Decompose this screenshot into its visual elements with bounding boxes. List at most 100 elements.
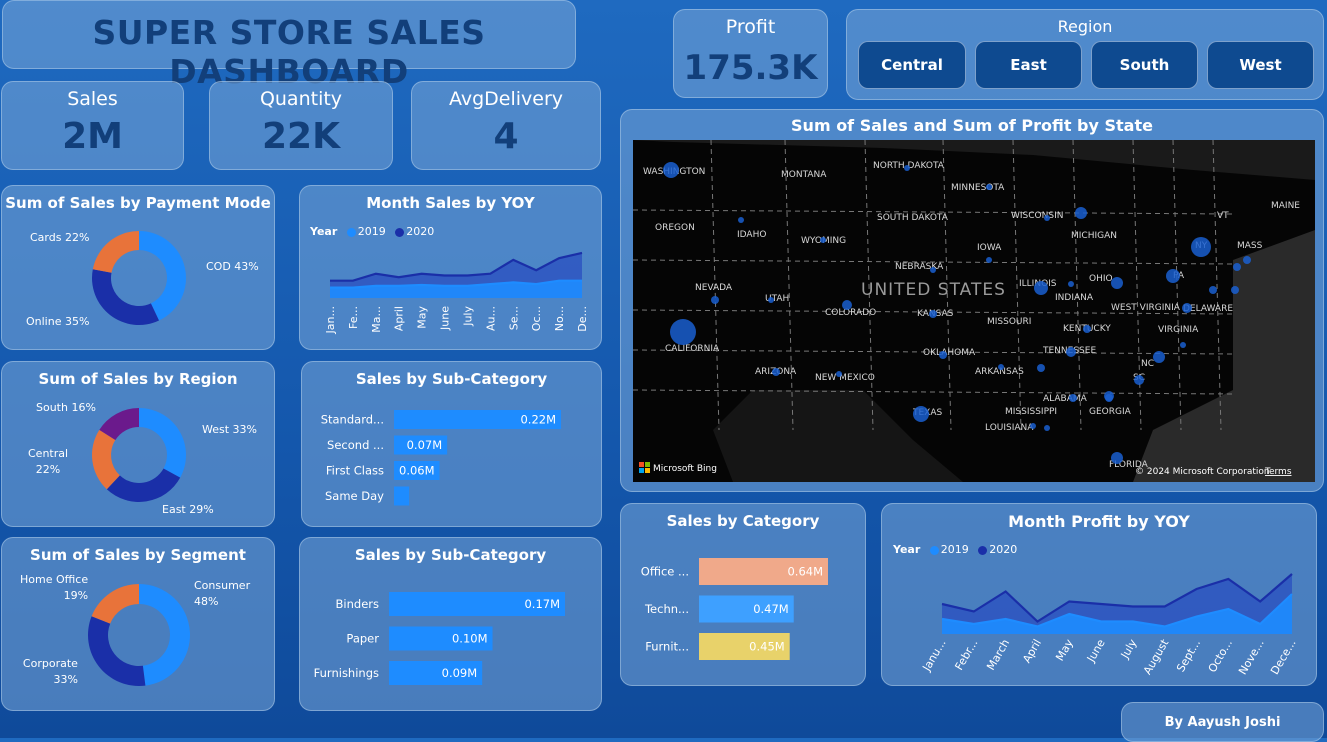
state-bubble[interactable] xyxy=(1134,375,1144,385)
state-label: MICHIGAN xyxy=(1071,231,1117,241)
state-label: NEVADA xyxy=(695,283,733,293)
title-card: SUPER STORE SALES DASHBOARD xyxy=(2,0,576,91)
bar[interactable] xyxy=(394,486,410,506)
category-bars: Office ... 0.64M Techn... 0.47M Furnit... 0.4… xyxy=(641,558,828,660)
bar-label: Same Day xyxy=(325,489,384,503)
x-tick-label: Sept... xyxy=(1174,637,1203,674)
state-bubble[interactable] xyxy=(1166,269,1180,283)
x-tick-label: Au... xyxy=(484,306,497,331)
state-bubble[interactable] xyxy=(986,257,992,263)
map-title: Sum of Sales and Sum of Profit by State xyxy=(791,116,1153,135)
avgdelivery-value: 4 xyxy=(493,116,519,157)
x-tick-label: Ma... xyxy=(370,306,383,333)
subcat-ship-chart: Sales by Sub-Category Standard... 0.22M Se… xyxy=(301,361,602,527)
state-bubble[interactable] xyxy=(986,184,992,190)
donut-slice-corporate[interactable] xyxy=(87,616,146,686)
bar-value: 0.47M xyxy=(753,602,789,616)
state-bubble[interactable] xyxy=(768,297,774,303)
state-bubble[interactable] xyxy=(1191,237,1211,257)
bar-label: Paper xyxy=(346,632,379,646)
x-tick-label: June xyxy=(439,306,452,331)
quantity-value: 22K xyxy=(262,116,340,157)
state-label: VIRGINIA xyxy=(1158,325,1199,335)
x-tick-label: August xyxy=(1141,636,1172,676)
state-bubble[interactable] xyxy=(913,406,929,422)
region-donut xyxy=(91,408,186,502)
payment-mode-chart: Sum of Sales by Payment Mode COD 43% Onl… xyxy=(1,185,275,350)
state-label: MISSOURI xyxy=(987,317,1031,327)
state-bubble[interactable] xyxy=(929,310,937,318)
bar-label: Furnishings xyxy=(314,666,379,680)
us-map[interactable]: WASHINGTONMONTANANORTH DAKOTAMINNESOTAOR… xyxy=(633,140,1315,482)
x-tick-label: April xyxy=(393,306,406,331)
state-bubble[interactable] xyxy=(904,165,910,171)
state-bubble[interactable] xyxy=(1180,342,1186,348)
bar-value: 0.07M xyxy=(407,438,443,452)
region-button-south[interactable]: South xyxy=(1091,41,1198,89)
segment-label-homeoffice: Home Office 19% xyxy=(20,573,89,602)
bar-value: 0.17M xyxy=(524,597,560,611)
state-bubble[interactable] xyxy=(738,217,744,223)
region-button-west[interactable]: West xyxy=(1207,41,1314,89)
x-tick-label: Jan... xyxy=(324,306,337,334)
state-bubble[interactable] xyxy=(1034,281,1048,295)
state-label: IOWA xyxy=(977,243,1002,253)
state-label: LOUISIANA xyxy=(985,423,1034,433)
region-label-west: West 33% xyxy=(202,423,257,436)
state-bubble[interactable] xyxy=(1111,452,1123,464)
donut-slice-consumer[interactable] xyxy=(139,584,191,686)
state-bubble[interactable] xyxy=(1111,277,1123,289)
state-bubble[interactable] xyxy=(670,319,696,345)
bing-logo-tile xyxy=(639,468,644,473)
state-bubble[interactable] xyxy=(1209,286,1217,294)
x-tick-label: May xyxy=(416,306,429,329)
bar-value: 0.06M xyxy=(399,464,435,478)
x-tick-label: No... xyxy=(553,306,566,331)
state-bubble[interactable] xyxy=(1044,215,1050,221)
donut-slice-online[interactable] xyxy=(92,269,160,325)
state-bubble[interactable] xyxy=(998,364,1004,370)
state-bubble[interactable] xyxy=(1233,263,1241,271)
sales-value: 2M xyxy=(62,116,123,157)
map-copyright: © 2024 Microsoft Corporation xyxy=(1135,467,1270,477)
state-bubble[interactable] xyxy=(1231,286,1239,294)
bar-value: 0.10M xyxy=(452,632,488,646)
state-label: NC xyxy=(1141,359,1154,369)
category-chart: Sales by Category Office ... 0.64M Techn..… xyxy=(620,503,866,686)
state-bubble[interactable] xyxy=(930,267,936,273)
state-label: ALABAMA xyxy=(1043,394,1088,404)
state-bubble[interactable] xyxy=(836,371,842,377)
map-attribution: Microsoft Bing xyxy=(653,464,717,474)
region-button-east[interactable]: East xyxy=(975,41,1082,89)
state-label: MINNESOTA xyxy=(951,183,1005,193)
state-bubble[interactable] xyxy=(1066,347,1076,357)
state-bubble[interactable] xyxy=(1069,394,1077,402)
state-bubble[interactable] xyxy=(1182,303,1192,313)
state-bubble[interactable] xyxy=(1068,281,1074,287)
bar-value: 0.64M xyxy=(787,565,823,579)
region-button-central[interactable]: Central xyxy=(858,41,966,89)
state-bubble[interactable] xyxy=(1083,325,1091,333)
donut-slice-cards[interactable] xyxy=(92,231,139,273)
state-bubble[interactable] xyxy=(772,368,780,376)
state-bubble[interactable] xyxy=(1104,391,1114,401)
state-bubble[interactable] xyxy=(711,296,719,304)
payment-label-cod: COD 43% xyxy=(206,260,259,273)
region-label-central-name: Central xyxy=(28,447,69,460)
donut-slice-west[interactable] xyxy=(139,408,186,478)
state-bubble[interactable] xyxy=(663,162,679,178)
state-bubble[interactable] xyxy=(1153,351,1165,363)
state-bubble[interactable] xyxy=(939,351,947,359)
quantity-card: Quantity 22K xyxy=(209,81,393,170)
subcat-items-bars: Binders 0.17M Paper 0.10M Furnishings 0.09M xyxy=(314,592,565,685)
state-bubble[interactable] xyxy=(820,237,826,243)
state-bubble[interactable] xyxy=(1044,425,1050,431)
state-bubble[interactable] xyxy=(1037,364,1045,372)
map-terms-link[interactable]: Terms xyxy=(1264,467,1292,477)
state-bubble[interactable] xyxy=(1075,207,1087,219)
state-bubble[interactable] xyxy=(842,300,852,310)
donut-slice-home-office[interactable] xyxy=(91,584,139,624)
state-bubble[interactable] xyxy=(1243,256,1251,264)
profit-card: Profit 175.3K xyxy=(673,9,828,98)
state-bubble[interactable] xyxy=(1030,423,1036,429)
